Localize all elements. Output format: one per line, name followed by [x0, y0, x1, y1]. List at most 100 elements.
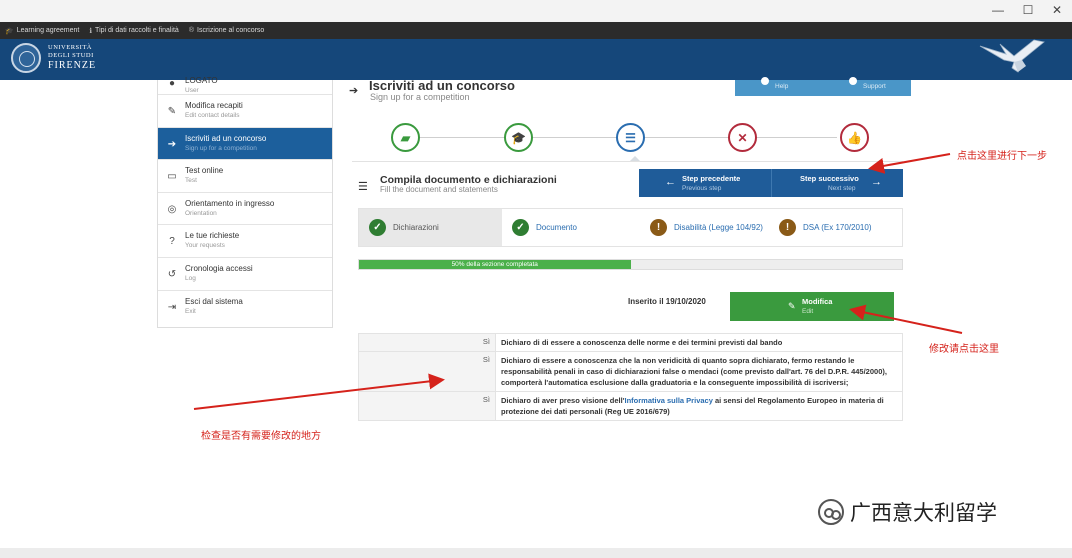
sign-in-icon: ➔: [167, 138, 177, 150]
table-row: Sì Dichiaro di aver preso visione dell'I…: [358, 391, 903, 421]
list-icon: ☰: [358, 181, 368, 193]
declaration-cell: Dichiaro di essere a conoscenza che la n…: [495, 351, 903, 392]
step-folder[interactable]: ▰: [391, 123, 420, 152]
next-step-sublabel: Next step: [828, 185, 856, 192]
question-circle-icon: ?: [169, 236, 175, 248]
university-seal-icon[interactable]: [11, 43, 41, 73]
tab-declarations[interactable]: ✓ Dichiarazioni: [359, 209, 502, 246]
sidebar-item-user[interactable]: ● LOGATO User: [158, 76, 332, 95]
support-icon: [849, 77, 857, 85]
university-line-1: UNIVERSITÀ: [48, 44, 92, 51]
sidebar-item-subtitle: Test: [185, 177, 197, 185]
graduation-cap-icon: 🎓: [511, 130, 526, 145]
answer-cell: Sì: [358, 333, 496, 352]
exclamation-circle-icon: !: [650, 219, 667, 236]
tab-label: DSA (Ex 170/2010): [803, 223, 872, 232]
step-navigation: ← Step precedente Previous step Step suc…: [639, 169, 903, 197]
support-button[interactable]: Support: [823, 77, 911, 96]
minimize-icon[interactable]: —: [990, 3, 1006, 17]
registered-icon: ®: [188, 27, 194, 34]
page-title: Iscriviti ad un concorso: [369, 78, 515, 93]
sidebar-item-subtitle: Log: [185, 274, 196, 282]
watermark-text: 广西意大利留学: [850, 501, 997, 525]
step-declarations[interactable]: ☰: [616, 123, 645, 152]
next-step-button[interactable]: Step successivo Next step →: [772, 169, 903, 197]
arrow-right-icon: →: [871, 176, 882, 188]
sidebar-item-requests[interactable]: ? Le tue richieste Your requests: [158, 225, 332, 258]
university-line-3: FIRENZE: [48, 60, 97, 71]
sidebar-item-exit[interactable]: ⇥ Esci dal sistema Exit: [158, 291, 332, 324]
edit-button[interactable]: ✎ Modifica Edit: [730, 292, 894, 321]
sidebar-item-test-online[interactable]: ▭ Test online Test: [158, 160, 332, 193]
bookmark-data-types[interactable]: ℹ Tipi di dati raccolti e finalità: [89, 27, 178, 35]
tab-dsa[interactable]: ! DSA (Ex 170/2010): [769, 209, 902, 246]
info-icon: [761, 77, 769, 85]
sign-out-icon: ⇥: [167, 301, 177, 313]
table-row: Sì Dichiaro di essere a conoscenza che l…: [358, 351, 903, 392]
annotation-check-changes: 检查是否有需要修改的地方: [201, 431, 321, 442]
step-education[interactable]: 🎓: [504, 123, 533, 152]
bookmark-label: Tipi di dati raccolti e finalità: [95, 27, 179, 34]
previous-step-label: Step precedente: [682, 174, 741, 183]
sidebar-item-subtitle: Edit contact details: [185, 112, 240, 119]
privacy-link[interactable]: Informativa sulla Privacy: [625, 396, 713, 405]
maximize-icon[interactable]: ☐: [1020, 3, 1036, 17]
tab-label: Dichiarazioni: [393, 223, 439, 232]
pencil-icon: ✎: [788, 301, 796, 311]
step-shuffle[interactable]: ✕: [728, 123, 757, 152]
sidebar-item-title: Iscriviti ad un concorso: [185, 133, 267, 143]
bottom-strip: [0, 548, 1072, 558]
sign-in-icon: ➔: [349, 85, 359, 97]
previous-step-button[interactable]: ← Step precedente Previous step: [639, 169, 772, 197]
divider: [352, 161, 903, 162]
sidebar-item-edit-contacts[interactable]: ✎ Modifica recapiti Edit contact details: [158, 95, 332, 128]
declaration-text: Dichiaro di aver preso visione dell': [501, 396, 625, 405]
history-icon: ↺: [167, 268, 177, 280]
sidebar-item-title: Le tue richieste: [185, 231, 240, 241]
sidebar-item-title: Modifica recapiti: [185, 101, 243, 110]
declaration-cell: Dichiaro di aver preso visione dell'Info…: [495, 391, 903, 421]
check-circle-icon: ✓: [512, 219, 529, 236]
shuffle-icon: ✕: [737, 130, 748, 145]
sidebar-item-title: Esci dal sistema: [185, 296, 243, 306]
answer-cell: Sì: [358, 391, 496, 421]
window-titlebar: — ☐ ✕: [0, 0, 1072, 22]
help-button[interactable]: Help: [735, 77, 823, 96]
bookmark-label: Iscrizione al concorso: [197, 27, 265, 34]
progress-stepper: ▰ 🎓 ☰ ✕ 👍: [355, 120, 901, 162]
sidebar-item-subtitle: Your requests: [185, 242, 225, 250]
sidebar-item-competition[interactable]: ➔ Iscriviti ad un concorso Sign up for a…: [158, 127, 332, 161]
bookmark-learning-agreement[interactable]: 🎓 Learning agreement: [5, 27, 79, 35]
annotation-edit-here: 修改请点击这里: [929, 344, 999, 355]
university-header: UNIVERSITÀ DEGLI STUDI FIRENZE: [0, 39, 1072, 80]
declaration-cell: Dichiaro di di essere a conoscenza delle…: [495, 333, 903, 352]
laptop-icon: ▭: [167, 171, 177, 183]
thumbs-up-icon: 👍: [847, 130, 862, 145]
check-circle-icon: ✓: [369, 219, 386, 236]
close-icon[interactable]: ✕: [1049, 3, 1065, 17]
edit-sublabel: Edit: [802, 308, 814, 315]
app-window: — ☐ ✕ 🎓 Learning agreement ℹ Tipi di dat…: [0, 0, 1072, 558]
sidebar-item-subtitle: User: [185, 87, 199, 94]
bookmark-registration[interactable]: ® Iscrizione al concorso: [189, 27, 264, 34]
university-logo-text[interactable]: UNIVERSITÀ DEGLI STUDI FIRENZE: [48, 44, 96, 71]
bookmarks-bar: 🎓 Learning agreement ℹ Tipi di dati racc…: [0, 22, 1072, 39]
tab-disability[interactable]: ! Disabilità (Legge 104/92): [640, 209, 769, 246]
sidebar-item-title: Cronologia accessi: [185, 263, 253, 273]
annotation-next-step: 点击这里进行下一步: [957, 151, 1047, 162]
answer-cell: Sì: [358, 351, 496, 392]
graduation-cap-icon: 🎓: [5, 27, 14, 35]
next-step-label: Step successivo: [800, 174, 859, 183]
compass-icon: ◎: [167, 203, 177, 215]
page-subtitle: Sign up for a competition: [370, 92, 470, 102]
sidebar-item-access-log[interactable]: ↺ Cronologia accessi Log: [158, 258, 332, 291]
wechat-icon: [818, 499, 844, 525]
step-confirm[interactable]: 👍: [840, 123, 869, 152]
section-progress-bar: 50% della sezione completata: [358, 259, 903, 270]
sidebar-item-subtitle: Exit: [185, 307, 196, 315]
sidebar-item-orientation[interactable]: ◎ Orientamento in ingresso Orientation: [158, 193, 332, 226]
tab-document[interactable]: ✓ Documento: [502, 209, 640, 246]
help-support-bar: Help Support: [735, 77, 911, 96]
sidebar-item-title: Test online: [185, 166, 224, 176]
help-label: Help: [775, 83, 789, 90]
